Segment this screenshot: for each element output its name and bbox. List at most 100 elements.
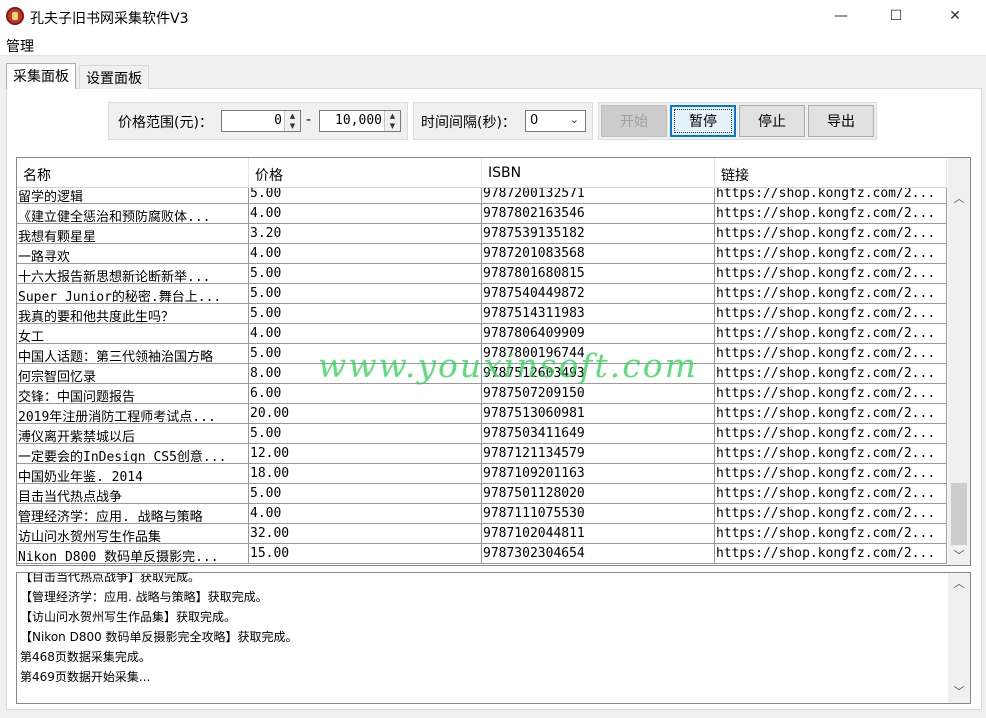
cell-price: 5.00 [249,284,482,304]
cell-link: https://shop.kongfz.com/2... [715,464,947,484]
cell-isbn: 9787802163546 [482,204,715,224]
cell-isbn: 9787801680815 [482,264,715,284]
table-row[interactable]: 访山问水贺州写生作品集 32.00 9787102044811 https://sho… [17,524,947,544]
cell-link: https://shop.kongfz.com/2... [715,304,947,324]
log-line: 【Nikon D800 数码单反摄影完全攻略】获取完成。 [20,630,298,644]
interval-group: 时间间隔(秒)： 0 ⌄ [413,102,593,140]
price-max-stepper[interactable]: 10,000 ▲ ▼ [319,110,401,132]
cell-link: https://shop.kongfz.com/2... [715,404,947,424]
cell-link: https://shop.kongfz.com/2... [715,264,947,284]
interval-value: 0 [530,113,539,128]
table-row[interactable]: 《建立健全惩治和预防腐败体... 4.00 9787802163546 https:/… [17,204,947,224]
table-row[interactable]: 何宗智回忆录 8.00 9787512603493 https://shop.kong… [17,364,947,384]
price-min-stepper[interactable]: 0 ▲ ▼ [221,110,301,132]
cell-isbn: 9787302304654 [482,544,715,564]
cell-isbn: 9787109201163 [482,464,715,484]
table-row[interactable]: Nikon D800 数码单反摄影完... 15.00 9787302304654 h… [17,544,947,564]
scrollbar-thumb[interactable] [951,483,967,545]
cell-name: 一定要会的InDesign CS5创意... [17,444,249,464]
cell-name: 管理经济学：应用. 战略与策略 [17,504,249,524]
table-row[interactable]: 2019年注册消防工程师考试点... 20.00 9787513060981 http… [17,404,947,424]
column-header-isbn[interactable]: ISBN [482,158,715,188]
table-row[interactable]: 中国人话题：第三代领袖治国方略 5.00 9787800196744 https://… [17,344,947,364]
tab-collect-panel[interactable]: 采集面板 [6,63,76,89]
cell-name: 中国奶业年鉴. 2014 [17,464,249,484]
cell-name: 一路寻欢 [17,244,249,264]
price-min-value: 0 [274,113,282,128]
cell-isbn: 9787501128020 [482,484,715,504]
maximize-button[interactable]: ☐ [873,0,919,32]
table-row[interactable]: 女工 4.00 9787806409909 https://shop.kongfz.c… [17,324,947,344]
cell-price: 5.00 [249,424,482,444]
cell-price: 3.20 [249,224,482,244]
cell-isbn: 9787503411649 [482,424,715,444]
scroll-down-icon[interactable]: ﹀ [948,547,970,565]
column-header-link[interactable]: 链接 [715,158,947,188]
cell-isbn: 9787806409909 [482,324,715,344]
log-line: 第468页数据采集完成。 [20,650,151,664]
cell-name: 交锋：中国问题报告 [17,384,249,404]
cell-price: 5.00 [249,264,482,284]
stepper-arrows-icon[interactable]: ▲ ▼ [284,111,300,131]
cell-isbn: 9787121134579 [482,444,715,464]
table-row[interactable]: 交锋：中国问题报告 6.00 9787507209150 https://shop.k… [17,384,947,404]
cell-price: 20.00 [249,404,482,424]
table-row[interactable]: 溥仪离开紫禁城以后 5.00 9787503411649 https://shop.k… [17,424,947,444]
log-line: 【目击当代热点战争】获取完成。 [20,572,201,584]
cell-isbn: 9787102044811 [482,524,715,544]
pause-button[interactable]: 暂停 [670,105,736,137]
scroll-up-icon[interactable]: ︿ [948,190,970,208]
table-row[interactable]: 目击当代热点战争 5.00 9787501128020 https://shop.ko… [17,484,947,504]
results-table[interactable]: 留学的逻辑 5.00 9787200132571 https://shop.kongf… [16,157,971,566]
cell-isbn: 9787201083568 [482,244,715,264]
cell-price: 12.00 [249,444,482,464]
cell-link: https://shop.kongfz.com/2... [715,284,947,304]
column-header-name[interactable]: 名称 [17,158,249,188]
scroll-down-icon[interactable]: ﹀ [948,683,970,701]
cell-name: 2019年注册消防工程师考试点... [17,404,249,424]
table-row[interactable]: 中国奶业年鉴. 2014 18.00 9787109201163 https://sh… [17,464,947,484]
cell-isbn: 9787540449872 [482,284,715,304]
table-row[interactable]: 我真的要和他共度此生吗？ 5.00 9787514311983 https://sho… [17,304,947,324]
table-row[interactable]: 一定要会的InDesign CS5创意... 12.00 9787121134579… [17,444,947,464]
close-button[interactable]: ✕ [932,0,978,32]
start-button[interactable]: 开始 [601,105,667,137]
cell-isbn: 9787507209150 [482,384,715,404]
menu-bar: 管理 [0,34,986,56]
chevron-down-icon: ⌄ [569,113,579,126]
cell-price: 4.00 [249,244,482,264]
cell-isbn: 9787111075530 [482,504,715,524]
price-max-value: 10,000 [335,113,382,128]
log-scrollbar[interactable]: ︿ ﹀ [948,573,970,703]
stop-button[interactable]: 停止 [739,105,805,137]
table-row[interactable]: Super Junior的秘密.舞台上... 5.00 9787540449872 h… [17,284,947,304]
cell-link: https://shop.kongfz.com/2... [715,244,947,264]
cell-price: 5.00 [249,304,482,324]
menu-manage[interactable]: 管理 [6,36,34,56]
table-row[interactable]: 十六大报告新思想新论断新举... 5.00 9787801680815 https:/… [17,264,947,284]
cell-name: 目击当代热点战争 [17,484,249,504]
export-button[interactable]: 导出 [808,105,874,137]
cell-price: 4.00 [249,324,482,344]
log-line: 第469页数据开始采集... [20,670,151,684]
cell-name: 十六大报告新思想新论断新举... [17,264,249,284]
table-row[interactable]: 我想有颗星星 3.20 9787539135182 https://shop.kong… [17,224,947,244]
table-row[interactable]: 管理经济学：应用. 战略与策略 4.00 9787111075530 https://… [17,504,947,524]
stepper-arrows-icon[interactable]: ▲ ▼ [384,111,400,131]
table-row[interactable]: 一路寻欢 4.00 9787201083568 https://shop.kongfz… [17,244,947,264]
log-output[interactable]: 【目击当代热点战争】获取完成。 【管理经济学：应用. 战略与策略】获取完成。 【访山… [16,572,971,704]
cell-price: 4.00 [249,504,482,524]
scroll-up-icon[interactable]: ︿ [948,575,970,593]
interval-select[interactable]: 0 ⌄ [525,110,586,132]
title-bar: 孔夫子旧书网采集软件V3 — ☐ ✕ [0,0,986,34]
cell-name: Nikon D800 数码单反摄影完... [17,544,249,564]
table-scrollbar[interactable]: ︿ ﹀ [948,158,970,565]
cell-link: https://shop.kongfz.com/2... [715,204,947,224]
cell-name: 我想有颗星星 [17,224,249,244]
cell-isbn: 9787514311983 [482,304,715,324]
column-header-price[interactable]: 价格 [249,158,482,188]
tab-settings-panel[interactable]: 设置面板 [79,65,149,89]
minimize-button[interactable]: — [818,0,864,32]
cell-name: 我真的要和他共度此生吗？ [17,304,249,324]
cell-link: https://shop.kongfz.com/2... [715,384,947,404]
